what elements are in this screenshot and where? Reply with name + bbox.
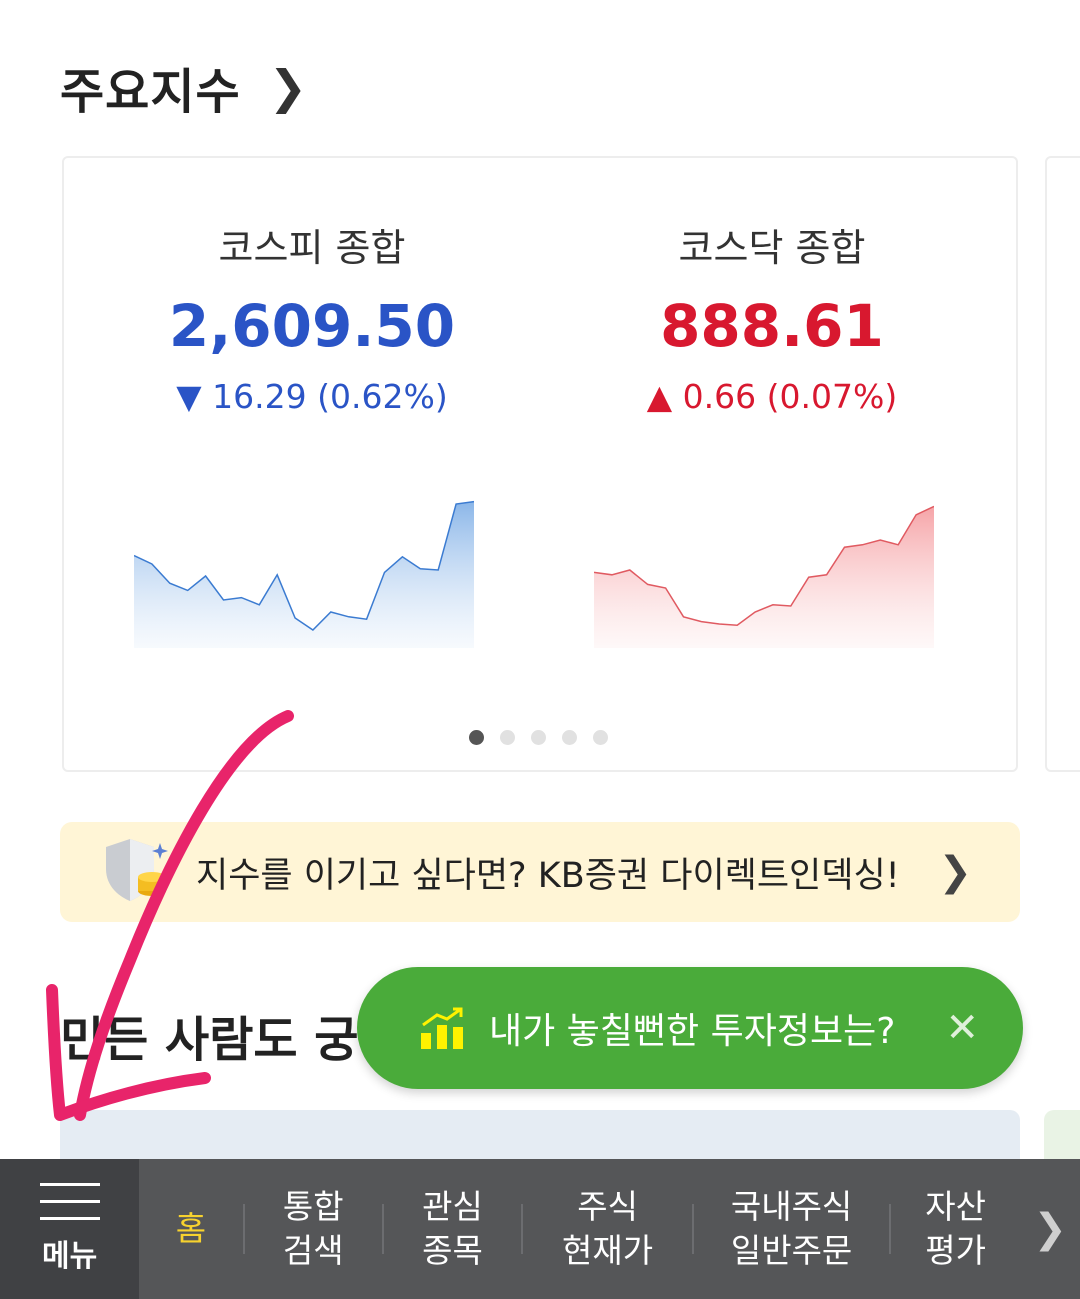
nav-item-asset-evaluation[interactable]: 자산평가 — [891, 1159, 1020, 1299]
carousel-dot[interactable] — [500, 730, 515, 745]
section-title-label: 주요지수 — [60, 64, 241, 120]
chevron-right-icon: ❯ — [938, 849, 972, 895]
nav-item-integrated-search[interactable]: 통합검색 — [245, 1159, 382, 1299]
toast-text: 내가 놓칠뻔한 투자정보는? — [489, 1011, 896, 1052]
section-title-2: 민든 사람도 궁 — [60, 1012, 359, 1068]
index-value: 888.61 — [660, 292, 884, 360]
banner-text: 지수를 이기고 싶다면? KB증권 다이렉트인덱싱! — [196, 855, 900, 896]
nav-item-stock-price[interactable]: 주식현재가 — [523, 1159, 692, 1299]
nav-item-home[interactable]: 홈 — [139, 1159, 242, 1299]
index-value: 2,609.50 — [168, 292, 456, 360]
carousel-dot[interactable] — [562, 730, 577, 745]
nav-item-domestic-order[interactable]: 국내주식일반주문 — [694, 1159, 889, 1299]
nav-item-label: 홈 — [175, 1209, 207, 1248]
next-index-card-peek[interactable] — [1045, 156, 1080, 772]
index-card[interactable]: 코스피 종합 2,609.50 ▼ 16.29 (0.62%) 코스닥 종합 8… — [62, 156, 1018, 772]
investment-info-toast[interactable]: 내가 놓칠뻔한 투자정보는? ✕ — [357, 967, 1023, 1089]
carousel-dot[interactable] — [531, 730, 546, 745]
menu-button[interactable]: 메뉴 — [0, 1159, 140, 1299]
nav-item-label: 현재가 — [562, 1231, 654, 1270]
index-name: 코스피 종합 — [218, 226, 406, 270]
nav-item-label: 국내주식 — [730, 1187, 853, 1226]
up-triangle-icon: ▲ — [646, 377, 673, 416]
index-change: ▼ 16.29 (0.62%) — [112, 372, 512, 422]
nav-item-label: 주식 — [577, 1187, 638, 1226]
carousel-dots[interactable] — [469, 730, 608, 745]
nav-item-label: 자산 — [925, 1187, 987, 1226]
nav-item-label: 검색 — [282, 1231, 344, 1270]
bottom-navigation: 메뉴 홈 통합검색 관심종목 주식현재가 국내주식일반주문 자산평가 ❯ — [0, 1159, 1080, 1299]
chevron-right-icon[interactable]: ❯ — [1020, 1159, 1080, 1299]
nav-item-label: 통합 — [282, 1187, 344, 1226]
kospi-sparkline — [134, 500, 474, 648]
carousel-dot[interactable] — [469, 730, 484, 745]
shield-coin-icon — [106, 839, 168, 901]
index-name: 코스닥 종합 — [678, 226, 866, 270]
nav-item-label: 일반주문 — [730, 1231, 853, 1270]
index-change-text: 16.29 (0.62%) — [212, 377, 448, 416]
kospi-index[interactable]: 코스피 종합 2,609.50 ▼ 16.29 (0.62%) — [112, 218, 512, 422]
bar-chart-icon — [421, 1007, 463, 1049]
kosdaq-index[interactable]: 코스닥 종합 888.61 ▲ 0.66 (0.07%) — [572, 218, 972, 422]
kosdaq-sparkline — [594, 505, 934, 648]
menu-label: 메뉴 — [42, 1239, 98, 1274]
nav-item-watchlist[interactable]: 관심종목 — [384, 1159, 521, 1299]
nav-item-label: 평가 — [925, 1231, 987, 1270]
carousel-dot[interactable] — [593, 730, 608, 745]
nav-item-label: 관심 — [422, 1187, 483, 1226]
nav-item-label: 종목 — [422, 1231, 483, 1270]
index-change: ▲ 0.66 (0.07%) — [572, 372, 972, 422]
section-title-major-indices[interactable]: 주요지수 ❯ — [60, 52, 308, 122]
chevron-right-icon: ❯ — [268, 60, 309, 114]
down-triangle-icon: ▼ — [176, 377, 202, 416]
close-icon[interactable]: ✕ — [945, 1005, 979, 1051]
hamburger-icon — [39, 1183, 100, 1220]
direct-indexing-banner[interactable]: 지수를 이기고 싶다면? KB증권 다이렉트인덱싱! ❯ — [60, 822, 1020, 922]
index-change-text: 0.66 (0.07%) — [682, 377, 898, 416]
